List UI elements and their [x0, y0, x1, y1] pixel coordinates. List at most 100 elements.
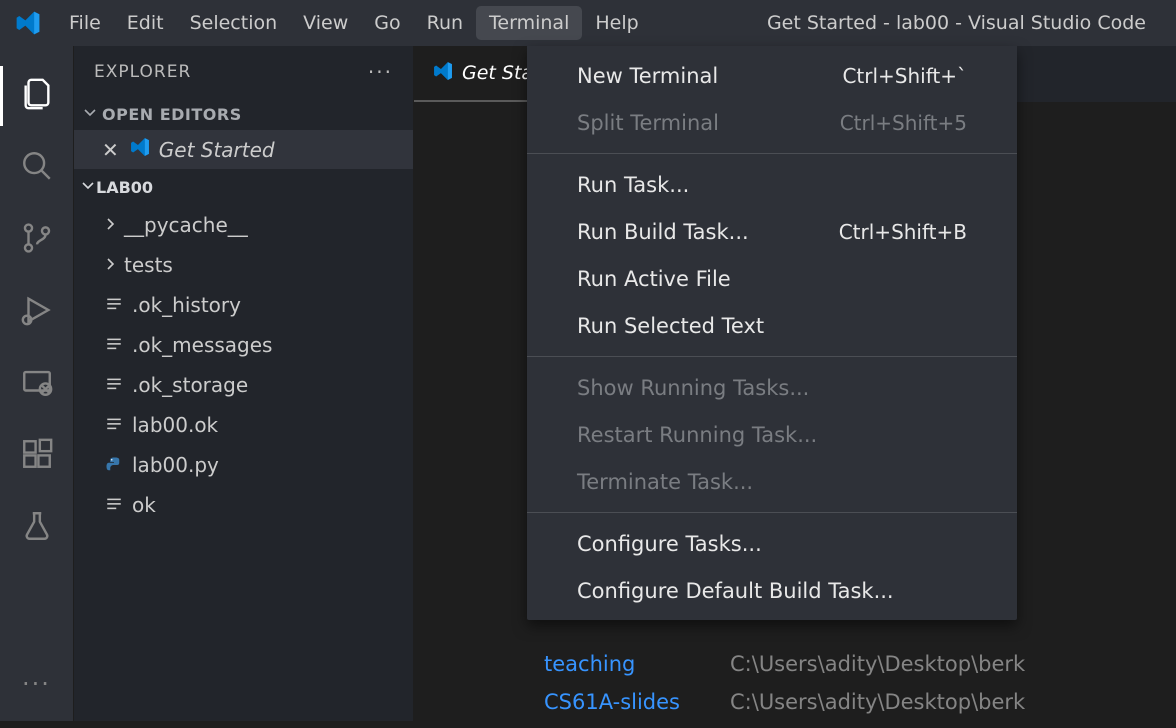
workspace-folder-name: LAB00	[96, 178, 153, 197]
tree-folder[interactable]: tests	[74, 245, 413, 285]
menu-file[interactable]: File	[56, 6, 114, 40]
file-tree: __pycache__tests .ok_history .ok_messages.…	[74, 201, 413, 525]
menu-item-shortcut: Ctrl+Shift+B	[839, 220, 967, 244]
menu-item-show-running-tasks: Show Running Tasks...	[527, 364, 1017, 411]
terminal-menu-dropdown: New Terminal Ctrl+Shift+` Split Terminal Ct…	[527, 46, 1017, 620]
menu-item-run-selected-text[interactable]: Run Selected Text	[527, 302, 1017, 349]
tree-label: .ok_storage	[132, 373, 248, 397]
vscode-mini-icon	[129, 136, 151, 163]
file-icon	[102, 416, 126, 434]
menu-item-label: Configure Tasks...	[577, 532, 762, 556]
sidebar-more-icon[interactable]: ···	[368, 60, 393, 84]
close-icon[interactable]: ✕	[102, 138, 119, 162]
sidebar: EXPLORER ··· OPEN EDITORS ✕ Get Started …	[74, 46, 414, 721]
activity-remote-explorer[interactable]	[0, 348, 74, 420]
beaker-icon	[20, 509, 54, 547]
chevron-right-icon	[102, 213, 124, 237]
menu-run[interactable]: Run	[414, 6, 476, 40]
menu-item-configure-default-build-task[interactable]: Configure Default Build Task...	[527, 567, 1017, 614]
menu-item-shortcut: Ctrl+Shift+`	[842, 64, 967, 88]
menu-view[interactable]: View	[290, 6, 361, 40]
window-title: Get Started - lab00 - Visual Studio Code	[652, 12, 1168, 34]
tree-file[interactable]: .ok_history	[74, 285, 413, 325]
recent-name: CS61A-slides	[544, 690, 704, 714]
activity-run-debug[interactable]	[0, 276, 74, 348]
vscode-mini-icon	[432, 60, 454, 87]
menu-separator	[527, 512, 1017, 513]
open-editor-item[interactable]: ✕ Get Started	[74, 130, 413, 169]
menu-item-label: Show Running Tasks...	[577, 376, 809, 400]
titlebar: FileEditSelectionViewGoRunTerminalHelp G…	[0, 0, 1176, 46]
python-icon	[102, 456, 126, 474]
chevron-right-icon	[102, 253, 124, 277]
menu-item-restart-running-task: Restart Running Task...	[527, 411, 1017, 458]
menu-item-split-terminal: Split Terminal Ctrl+Shift+5	[527, 99, 1017, 146]
activity-explorer[interactable]	[0, 60, 74, 132]
tree-label: .ok_messages	[132, 333, 272, 357]
vscode-logo-icon	[14, 9, 42, 37]
tree-folder[interactable]: __pycache__	[74, 205, 413, 245]
menu-item-shortcut: Ctrl+Shift+5	[840, 111, 967, 135]
activity-overflow[interactable]: ···	[0, 659, 74, 709]
tree-label: lab00.py	[132, 453, 219, 477]
tree-label: __pycache__	[124, 213, 248, 237]
open-editor-label: Get Started	[159, 138, 275, 162]
tree-file[interactable]: lab00.py	[74, 445, 413, 485]
file-icon	[102, 296, 126, 314]
recent-name: teaching	[544, 652, 704, 676]
file-icon	[102, 496, 126, 514]
activity-source-control[interactable]	[0, 204, 74, 276]
activity-testing[interactable]	[0, 492, 74, 564]
activity-extensions[interactable]	[0, 420, 74, 492]
extensions-icon	[20, 437, 54, 475]
sidebar-header: EXPLORER ···	[74, 46, 413, 98]
tree-label: .ok_history	[132, 293, 241, 317]
menu-item-label: Run Build Task...	[577, 220, 749, 244]
tree-file[interactable]: ok	[74, 485, 413, 525]
files-icon	[20, 77, 54, 115]
tree-label: tests	[124, 253, 173, 277]
remote-icon	[20, 365, 54, 403]
tree-file[interactable]: .ok_messages	[74, 325, 413, 365]
menu-edit[interactable]: Edit	[114, 6, 177, 40]
branch-icon	[20, 221, 54, 259]
chevron-down-icon	[80, 104, 100, 124]
menu-item-run-task[interactable]: Run Task...	[527, 161, 1017, 208]
menu-separator	[527, 153, 1017, 154]
menu-item-run-build-task[interactable]: Run Build Task... Ctrl+Shift+B	[527, 208, 1017, 255]
activity-search[interactable]	[0, 132, 74, 204]
open-editors-label: OPEN EDITORS	[102, 105, 242, 124]
open-editors-section[interactable]: OPEN EDITORS	[74, 98, 413, 130]
menu-item-label: Split Terminal	[577, 111, 719, 135]
menu-separator	[527, 356, 1017, 357]
menu-go[interactable]: Go	[361, 6, 413, 40]
menu-item-label: New Terminal	[577, 64, 718, 88]
menu-terminal[interactable]: Terminal	[476, 6, 582, 40]
file-icon	[102, 336, 126, 354]
recent-path: C:\Users\adity\Desktop\berk	[730, 690, 1025, 714]
menu-item-label: Run Task...	[577, 173, 689, 197]
menu-item-new-terminal[interactable]: New Terminal Ctrl+Shift+`	[527, 52, 1017, 99]
menu-selection[interactable]: Selection	[177, 6, 291, 40]
menu-item-label: Restart Running Task...	[577, 423, 817, 447]
tree-label: lab00.ok	[132, 413, 218, 437]
search-icon	[20, 149, 54, 187]
workspace-folder-header[interactable]: LAB00	[74, 169, 413, 201]
menu-item-label: Terminate Task...	[577, 470, 753, 494]
menu-help[interactable]: Help	[582, 6, 651, 40]
tree-file[interactable]: lab00.ok	[74, 405, 413, 445]
tree-file[interactable]: .ok_storage	[74, 365, 413, 405]
chevron-down-icon	[80, 177, 96, 197]
recent-item[interactable]: teaching C:\Users\adity\Desktop\berk	[544, 652, 1025, 676]
sidebar-title: EXPLORER	[94, 62, 191, 82]
menu-item-run-active-file[interactable]: Run Active File	[527, 255, 1017, 302]
file-icon	[102, 376, 126, 394]
recent-path: C:\Users\adity\Desktop\berk	[730, 652, 1025, 676]
menu-item-label: Run Selected Text	[577, 314, 764, 338]
recent-item[interactable]: CS61A-slides C:\Users\adity\Desktop\berk	[544, 690, 1025, 714]
menu-item-configure-tasks[interactable]: Configure Tasks...	[527, 520, 1017, 567]
activitybar: ···	[0, 46, 74, 721]
tree-label: ok	[132, 493, 156, 517]
recent-list: teaching C:\Users\adity\Desktop\berk CS6…	[544, 652, 1025, 728]
menu-item-label: Configure Default Build Task...	[577, 579, 894, 603]
